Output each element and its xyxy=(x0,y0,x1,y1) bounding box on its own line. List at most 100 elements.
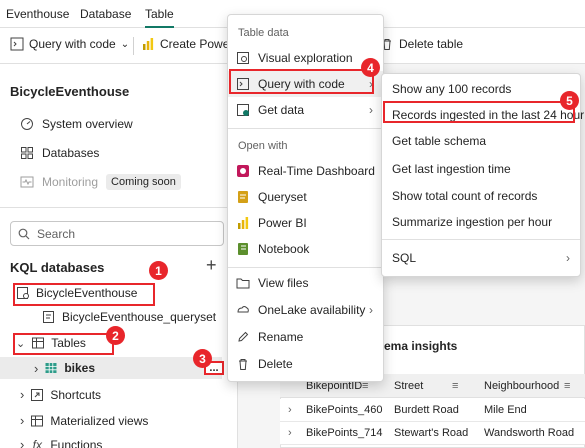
table-icon xyxy=(44,361,58,375)
left-pane: BicycleEventhouse System overview Databa… xyxy=(0,64,238,448)
chevron-down-icon: ⌄ xyxy=(120,38,130,50)
menu-label: Power BI xyxy=(258,216,307,230)
menu-item-onelake-availability[interactable]: OneLake availability › xyxy=(228,297,383,323)
add-icon[interactable]: + xyxy=(206,255,217,276)
table-row[interactable]: › BikePoints_714 Stewart's Road Wandswor… xyxy=(280,422,585,445)
search-input[interactable] xyxy=(37,226,207,241)
table-cell: Wandsworth Road xyxy=(484,427,575,439)
coming-soon-badge: Coming soon xyxy=(106,174,181,190)
pulse-icon xyxy=(20,175,34,189)
power-bi-icon xyxy=(141,37,155,51)
menu-divider xyxy=(228,267,383,268)
highlight-query-with-code xyxy=(229,69,374,94)
column-menu-icon[interactable]: ≡ xyxy=(452,380,458,392)
column-menu-icon[interactable]: ≡ xyxy=(564,380,570,392)
submenu-item-table-schema[interactable]: Get table schema xyxy=(382,128,580,154)
menu-item-get-data[interactable]: Get data › xyxy=(228,97,383,123)
menu-divider xyxy=(228,128,383,129)
tree-item-materialized-views[interactable]: › Materialized views xyxy=(20,413,148,428)
function-icon: fx xyxy=(32,437,43,448)
tab-table[interactable]: Table xyxy=(145,7,174,28)
create-power-label: Create Power xyxy=(160,37,234,51)
highlight-records-24h xyxy=(383,101,575,123)
menu-item-visual-exploration[interactable]: Visual exploration xyxy=(228,45,383,71)
tab-database[interactable]: Database xyxy=(80,7,131,21)
menu-header-open-with: Open with xyxy=(238,140,288,152)
column-header[interactable]: Neighbourhood xyxy=(484,380,559,392)
nav-label: System overview xyxy=(42,117,133,131)
submenu-item-total-count[interactable]: Show total count of records xyxy=(382,183,580,209)
tree-item-shortcuts[interactable]: › Shortcuts xyxy=(20,387,101,402)
table-cell: Burdett Road xyxy=(394,404,459,416)
nav-system-overview[interactable]: System overview xyxy=(20,117,133,131)
step-badge-3: 3 xyxy=(193,349,212,368)
nav-label: Monitoring xyxy=(42,175,99,189)
table-cell: BikePoints_460 xyxy=(306,404,383,416)
menu-label: View files xyxy=(258,276,309,290)
tab-eventhouse[interactable]: Eventhouse xyxy=(6,7,69,21)
menu-item-notebook[interactable]: Notebook xyxy=(228,236,383,262)
tree-label: Functions xyxy=(50,437,103,448)
grid-icon xyxy=(20,146,34,160)
chevron-right-icon[interactable]: › xyxy=(34,361,38,376)
tree-item-queryset[interactable]: BicycleEventhouse_queryset xyxy=(42,310,216,324)
search-icon xyxy=(17,227,31,241)
shortcut-icon xyxy=(30,388,44,402)
menu-label: OneLake availability xyxy=(258,303,366,317)
tree-label: Shortcuts xyxy=(50,387,102,402)
menu-label: Rename xyxy=(258,330,304,344)
chevron-right-icon: › xyxy=(566,251,570,265)
notebook-icon xyxy=(236,242,250,256)
onelake-icon xyxy=(236,303,250,317)
menu-label: Get data xyxy=(258,103,305,117)
create-power-bi-button[interactable]: Create Power xyxy=(141,37,233,51)
menu-item-real-time-dashboard[interactable]: Real-Time Dashboard xyxy=(228,158,383,184)
table-cell: Stewart's Road xyxy=(394,427,469,439)
table-cell: BikePoints_714 xyxy=(306,427,383,439)
table-row[interactable]: › BikePoints_460 Burdett Road Mile End xyxy=(280,399,585,422)
submenu-label: Show any 100 records xyxy=(392,82,512,96)
query-with-code-label: Query with code xyxy=(29,37,116,51)
menu-item-power-bi[interactable]: Power BI xyxy=(228,210,383,236)
menu-item-rename[interactable]: Rename xyxy=(228,324,383,350)
nav-label: Databases xyxy=(42,146,100,160)
menu-label: Visual exploration xyxy=(258,51,353,65)
submenu-item-sql[interactable]: SQL › xyxy=(382,245,580,271)
submenu-label: Show total count of records xyxy=(392,189,538,203)
expand-chevron-icon[interactable]: › xyxy=(288,427,292,439)
step-badge-1: 1 xyxy=(149,261,168,280)
divider xyxy=(0,207,238,208)
chevron-right-icon[interactable]: › xyxy=(20,437,24,448)
nav-databases[interactable]: Databases xyxy=(20,146,99,160)
rename-icon xyxy=(236,330,250,344)
table-cell: Mile End xyxy=(484,404,527,416)
chevron-right-icon: › xyxy=(369,103,373,117)
chevron-right-icon[interactable]: › xyxy=(20,387,24,402)
menu-item-queryset[interactable]: Queryset xyxy=(228,184,383,210)
step-badge-4: 4 xyxy=(361,58,380,77)
chevron-right-icon[interactable]: › xyxy=(20,413,24,428)
submenu-label: SQL xyxy=(392,251,417,265)
query-with-code-button[interactable]: Query with code ⌄ xyxy=(10,37,129,51)
submenu-label: Get table schema xyxy=(392,134,487,148)
submenu-label: Get last ingestion time xyxy=(392,162,511,176)
menu-item-delete[interactable]: Delete xyxy=(228,351,383,377)
tree-item-functions[interactable]: › fx Functions xyxy=(20,437,102,448)
folder-icon xyxy=(236,276,250,290)
tree-item-bikes[interactable]: › bikes xyxy=(0,357,222,379)
delete-table-button[interactable]: Delete table xyxy=(380,37,463,51)
column-header[interactable]: Street xyxy=(394,380,423,392)
submenu-item-last-ingestion-time[interactable]: Get last ingestion time xyxy=(382,156,580,182)
menu-label: Notebook xyxy=(258,242,310,256)
highlight-database xyxy=(13,283,155,306)
eventhouse-title: BicycleEventhouse xyxy=(10,84,130,99)
submenu-item-show-100[interactable]: Show any 100 records xyxy=(382,76,580,102)
toolbar-divider xyxy=(133,37,134,55)
menu-label: Queryset xyxy=(258,190,307,204)
search-box[interactable] xyxy=(10,221,224,246)
expand-chevron-icon[interactable]: › xyxy=(288,404,292,416)
tree-label: bikes xyxy=(64,361,96,375)
menu-item-view-files[interactable]: View files xyxy=(228,270,383,296)
menu-label: Delete xyxy=(258,357,293,371)
submenu-item-ingestion-per-hour[interactable]: Summarize ingestion per hour xyxy=(382,209,580,235)
